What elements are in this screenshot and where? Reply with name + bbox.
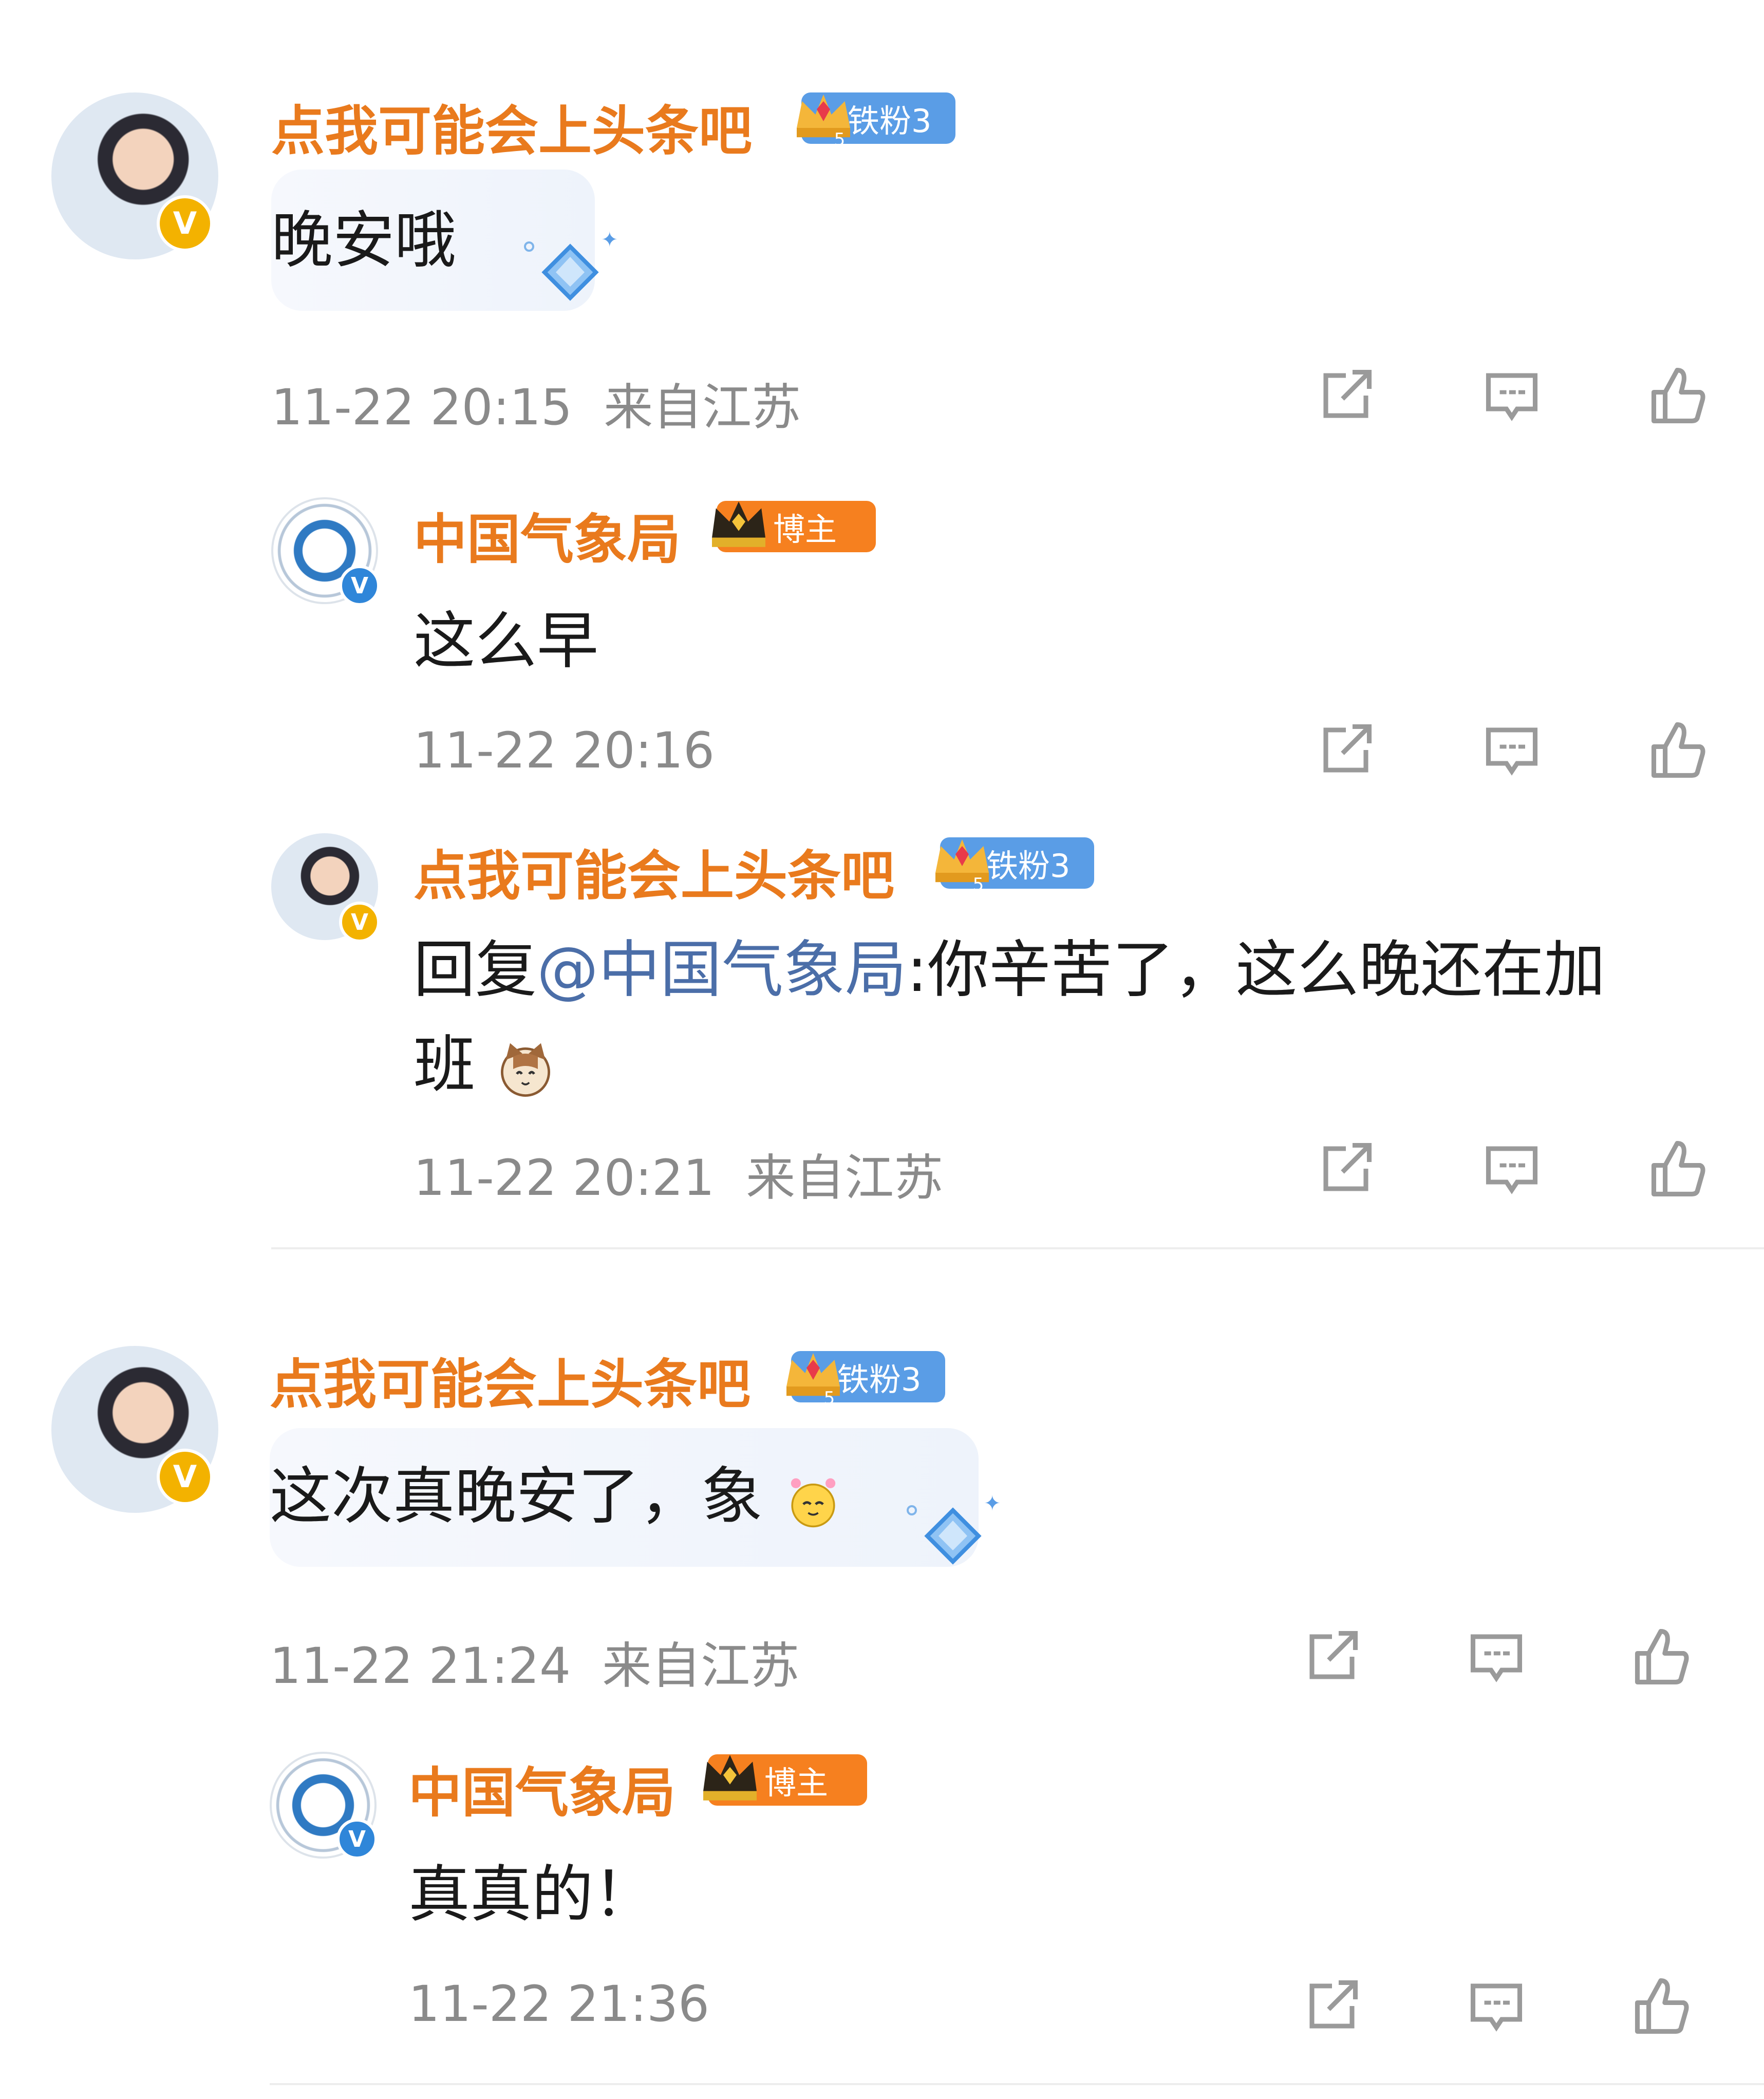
diamond-icon: ✦ xyxy=(907,1492,1001,1565)
like-icon[interactable] xyxy=(1644,362,1711,429)
comment-time: 11-22 21:36 xyxy=(408,1975,710,2033)
comment-meta: 11-22 20:16 xyxy=(414,722,715,779)
comment-text: 这么早 xyxy=(414,606,598,677)
crown-icon xyxy=(703,1755,757,1801)
share-icon[interactable] xyxy=(1312,717,1379,783)
like-icon[interactable] xyxy=(1627,1623,1694,1690)
comment-time: 11-22 20:21 xyxy=(414,1149,715,1207)
fan-badge[interactable]: 铁粉3 5 xyxy=(797,92,955,148)
reply-text-line2: 班 xyxy=(414,1029,475,1101)
crown-icon: 5 xyxy=(786,1353,840,1407)
username[interactable]: 点我可能会上头条吧 xyxy=(271,87,752,165)
divider xyxy=(271,1247,1764,1249)
diamond-icon: ✦ xyxy=(524,228,618,301)
comment-text: 回复@中国气象局:你辛苦了，这么晚还在加 xyxy=(414,920,1605,1009)
svg-text:5: 5 xyxy=(834,129,846,148)
reply-text: :你辛苦了，这么晚还在加 xyxy=(907,934,1606,1006)
divider xyxy=(270,2083,1764,2085)
username[interactable]: 点我可能会上头条吧 xyxy=(414,832,894,910)
comment-location: 来自江苏 xyxy=(746,1149,944,1207)
crown-icon: 5 xyxy=(935,839,989,893)
share-icon[interactable] xyxy=(1299,1623,1365,1690)
username[interactable]: 中国气象局 xyxy=(414,496,681,573)
comment-text-content: 这次真晚安了，象 xyxy=(270,1461,763,1532)
comment-meta: 11-22 21:24 来自江苏 xyxy=(270,1626,799,1697)
crown-icon: 5 xyxy=(797,95,850,148)
comment-meta: 11-22 20:15 来自江苏 xyxy=(271,367,801,439)
comment-time: 11-22 20:15 xyxy=(271,379,573,436)
verified-badge: V xyxy=(339,902,380,943)
username[interactable]: 中国气象局 xyxy=(408,1749,675,1827)
share-icon[interactable] xyxy=(1299,1973,1365,2039)
comment-text-line2: 班 xyxy=(414,1015,556,1104)
like-icon[interactable] xyxy=(1627,1973,1694,2039)
comment-icon[interactable] xyxy=(1478,1135,1545,1202)
username[interactable]: 点我可能会上头条吧 xyxy=(270,1341,750,1418)
like-icon[interactable] xyxy=(1644,717,1711,783)
svg-text:5: 5 xyxy=(973,874,984,893)
verified-badge: V xyxy=(339,565,380,606)
host-badge[interactable]: 博主 xyxy=(703,1754,867,1806)
face-emoji-icon xyxy=(791,1478,836,1528)
svg-text:✦: ✦ xyxy=(601,228,618,252)
comment-icon[interactable] xyxy=(1463,1973,1530,2039)
share-icon[interactable] xyxy=(1312,362,1379,429)
verified-badge: V xyxy=(336,1819,378,1860)
comment-time: 11-22 20:16 xyxy=(414,722,715,779)
crown-icon xyxy=(712,501,765,547)
verified-badge: V xyxy=(157,1449,213,1505)
comment-meta: 11-22 21:36 xyxy=(408,1975,709,2033)
fan-badge[interactable]: 铁粉3 5 xyxy=(786,1351,945,1407)
comment-text: 这次真晚安了，象 xyxy=(270,1446,844,1535)
comment-location: 来自江苏 xyxy=(604,379,801,436)
comment-time: 11-22 21:24 xyxy=(270,1637,571,1695)
comment-icon[interactable] xyxy=(1478,717,1545,783)
share-icon[interactable] xyxy=(1312,1135,1379,1202)
comment-text: 真真的！ xyxy=(408,1859,655,1931)
reply-prefix: 回复 xyxy=(414,934,537,1006)
comment-text: 晚安哦 xyxy=(271,205,456,276)
comment-meta: 11-22 20:21 来自江苏 xyxy=(414,1138,943,1209)
fan-badge[interactable]: 铁粉3 5 xyxy=(935,837,1094,893)
like-icon[interactable] xyxy=(1644,1135,1711,1202)
cat-emoji-icon xyxy=(501,1043,551,1097)
svg-text:✦: ✦ xyxy=(984,1492,1001,1515)
verified-badge: V xyxy=(157,195,213,252)
comment-icon[interactable] xyxy=(1463,1623,1530,1690)
comment-location: 来自江苏 xyxy=(602,1637,800,1695)
comment-icon[interactable] xyxy=(1478,362,1545,429)
host-badge[interactable]: 博主 xyxy=(712,501,876,552)
svg-text:5: 5 xyxy=(824,1388,835,1407)
mention-link[interactable]: @中国气象局 xyxy=(537,934,907,1006)
